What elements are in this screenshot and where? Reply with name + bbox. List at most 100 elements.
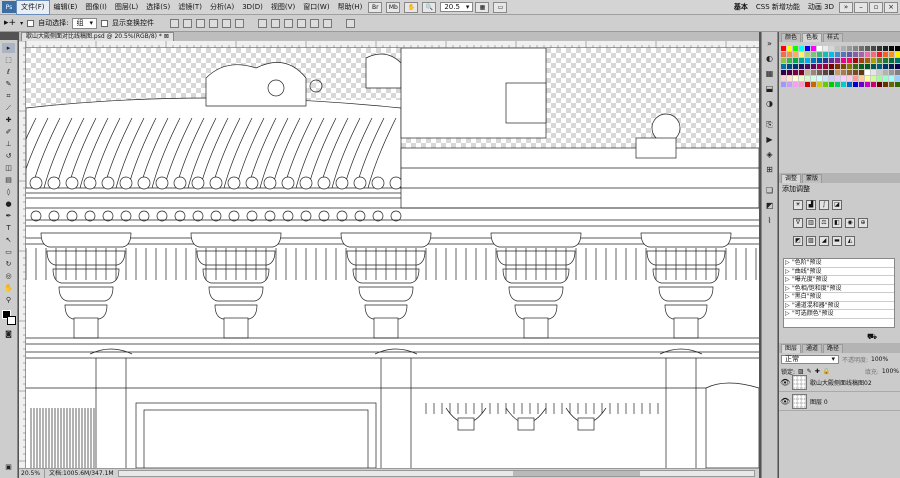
horizontal-scrollbar[interactable]: [117, 470, 755, 477]
adjustments-panel-icon[interactable]: ◑: [764, 98, 775, 109]
color-swatch[interactable]: [883, 70, 888, 75]
menu-layer[interactable]: 图层(L): [111, 1, 142, 14]
tab-adjustments[interactable]: 调整: [781, 174, 802, 183]
color-swatch[interactable]: [811, 58, 816, 63]
color-swatch[interactable]: [835, 46, 840, 51]
selective-color-icon[interactable]: ◭: [845, 236, 855, 246]
auto-select-dropdown[interactable]: 组 ▾: [72, 17, 97, 29]
color-swatch[interactable]: [883, 46, 888, 51]
color-swatch[interactable]: [871, 70, 876, 75]
color-swatch[interactable]: [823, 58, 828, 63]
hand-tool-icon[interactable]: ✋: [2, 283, 15, 293]
color-swatch[interactable]: [799, 58, 804, 63]
color-swatch[interactable]: [847, 64, 852, 69]
color-swatch[interactable]: [829, 70, 834, 75]
color-swatch[interactable]: [817, 82, 822, 87]
arrange-icon[interactable]: ▦: [475, 1, 490, 13]
color-swatch[interactable]: [823, 82, 828, 87]
tab-swatches[interactable]: 色板: [802, 33, 823, 42]
tab-color[interactable]: 颜色: [781, 33, 802, 42]
color-swatch[interactable]: [829, 58, 834, 63]
color-swatch[interactable]: [883, 58, 888, 63]
tab-styles[interactable]: 样式: [823, 33, 844, 42]
color-swatch[interactable]: [871, 82, 876, 87]
color-swatch[interactable]: [877, 82, 882, 87]
posterize-icon[interactable]: ▨: [806, 236, 816, 246]
blend-mode-dropdown[interactable]: 正常 ▾: [781, 355, 839, 364]
color-swatch[interactable]: [793, 76, 798, 81]
color-swatch[interactable]: [847, 46, 852, 51]
eye-icon[interactable]: 👁: [780, 378, 790, 387]
tool-preset-chevron-icon[interactable]: ▾: [20, 20, 23, 27]
color-swatch[interactable]: [805, 46, 810, 51]
color-swatch[interactable]: [811, 70, 816, 75]
color-swatch[interactable]: [793, 52, 798, 57]
color-swatch[interactable]: [853, 46, 858, 51]
marquee-tool-icon[interactable]: ⬚: [2, 55, 15, 65]
color-swatch[interactable]: [865, 52, 870, 57]
color-swatch[interactable]: [889, 52, 894, 57]
workspace-essentials[interactable]: 基本: [730, 2, 752, 12]
color-swatch[interactable]: [835, 52, 840, 57]
restore-button[interactable]: ▫: [869, 1, 883, 13]
color-swatch[interactable]: [889, 46, 894, 51]
hand-icon[interactable]: ✋: [404, 1, 419, 13]
paths-panel-icon[interactable]: ⌇: [764, 215, 775, 226]
color-swatch[interactable]: [889, 82, 894, 87]
quick-mask-icon[interactable]: ◙: [2, 329, 15, 339]
color-swatch[interactable]: [865, 58, 870, 63]
tab-layers[interactable]: 图层: [781, 344, 802, 353]
color-swatch[interactable]: [787, 70, 792, 75]
menu-window[interactable]: 窗口(W): [299, 1, 333, 14]
color-swatch[interactable]: [853, 82, 858, 87]
color-swatch[interactable]: [847, 70, 852, 75]
color-swatch[interactable]: [799, 70, 804, 75]
menu-analysis[interactable]: 分析(A): [206, 1, 238, 14]
color-swatch[interactable]: [793, 70, 798, 75]
color-swatch[interactable]: [829, 76, 834, 81]
color-swatch[interactable]: [793, 64, 798, 69]
history-brush-tool-icon[interactable]: ↺: [2, 151, 15, 161]
layer-row[interactable]: 👁 图层 0: [779, 393, 900, 411]
color-swatch[interactable]: [895, 76, 900, 81]
color-swatch[interactable]: [811, 52, 816, 57]
color-swatch[interactable]: [787, 52, 792, 57]
color-swatch[interactable]: [811, 46, 816, 51]
menu-image[interactable]: 图像(I): [81, 1, 111, 14]
color-swatch[interactable]: [889, 70, 894, 75]
color-swatch[interactable]: [793, 58, 798, 63]
color-swatch[interactable]: [877, 76, 882, 81]
vibrance-icon[interactable]: ∇: [793, 218, 803, 228]
align-hcenter-icon[interactable]: [221, 18, 231, 28]
eye-icon[interactable]: 👁: [780, 397, 790, 406]
auto-select-checkbox[interactable]: [27, 19, 35, 27]
color-swatch[interactable]: [781, 70, 786, 75]
color-swatch[interactable]: [877, 52, 882, 57]
color-swatch[interactable]: [859, 52, 864, 57]
distribute-vcenter-icon[interactable]: [270, 18, 280, 28]
color-swatch[interactable]: [883, 82, 888, 87]
color-swatch[interactable]: [787, 76, 792, 81]
color-swatch[interactable]: [871, 46, 876, 51]
color-swatch[interactable]: [859, 58, 864, 63]
color-swatch[interactable]: [799, 82, 804, 87]
color-swatch[interactable]: [787, 82, 792, 87]
color-swatch[interactable]: [805, 70, 810, 75]
color-swatch[interactable]: [871, 52, 876, 57]
document-canvas[interactable]: [26, 48, 759, 468]
color-swatch[interactable]: [859, 64, 864, 69]
color-swatch[interactable]: [823, 70, 828, 75]
color-swatch[interactable]: [883, 52, 888, 57]
menu-help[interactable]: 帮助(H): [334, 1, 367, 14]
align-vcenter-icon[interactable]: [182, 18, 192, 28]
color-swatch[interactable]: [853, 70, 858, 75]
color-swatch[interactable]: [823, 76, 828, 81]
type-tool-icon[interactable]: T: [2, 223, 15, 233]
screen-mode-icon[interactable]: ▭: [493, 1, 508, 13]
preset-curves[interactable]: "曲线"预设: [784, 268, 894, 276]
blur-tool-icon[interactable]: ◊: [2, 187, 15, 197]
status-zoom[interactable]: 20.5%: [19, 469, 45, 478]
color-swatch[interactable]: [823, 52, 828, 57]
color-swatch[interactable]: [841, 46, 846, 51]
threshold-icon[interactable]: ◢: [819, 236, 829, 246]
